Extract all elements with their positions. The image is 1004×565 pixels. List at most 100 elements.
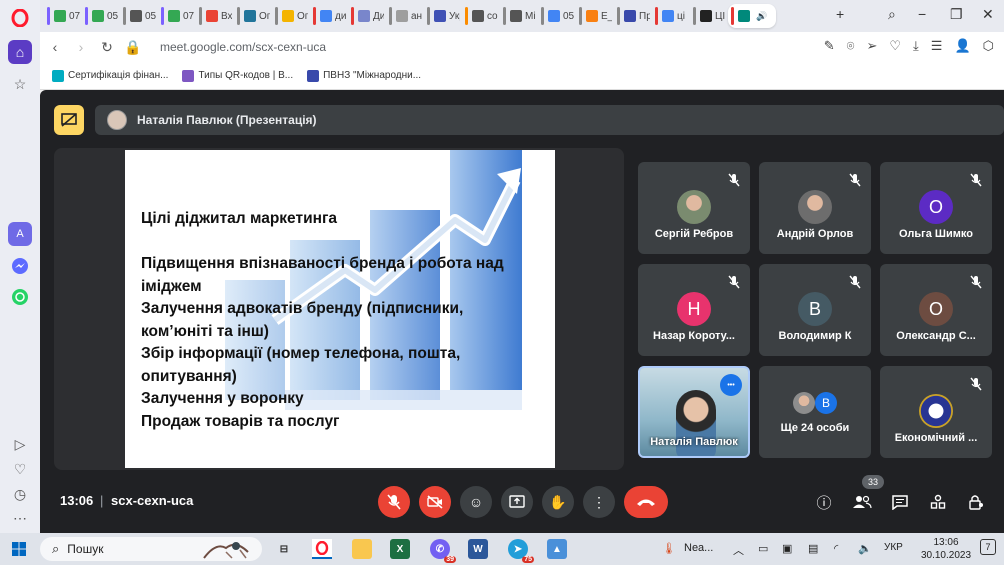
mic-off-icon: [968, 376, 984, 392]
meeting-info-button[interactable]: ⓘ: [812, 490, 836, 514]
tile-more-button[interactable]: •••: [720, 374, 742, 396]
chat-button[interactable]: [888, 490, 912, 514]
battery-icon[interactable]: ▭: [758, 542, 768, 555]
browser-tab[interactable]: Ог: [234, 4, 270, 28]
player-icon[interactable]: ▷: [8, 432, 32, 456]
participant-tile[interactable]: Економічний ...: [880, 366, 992, 458]
maximize-button[interactable]: ❐: [950, 6, 963, 23]
edit-icon[interactable]: ✎: [824, 38, 835, 54]
avatar-photo: [677, 190, 711, 224]
windows-start-icon[interactable]: [12, 542, 26, 556]
browser-tab[interactable]: 07: [158, 4, 194, 28]
language-indicator[interactable]: УКР: [884, 542, 903, 553]
more-icon[interactable]: ⋯: [8, 506, 32, 530]
browser-tab[interactable]: Укр: [424, 4, 460, 28]
new-tab-button[interactable]: +: [836, 6, 844, 22]
download-icon[interactable]: ⤓: [913, 38, 919, 54]
emoji-button[interactable]: ☺: [460, 486, 492, 518]
word-icon[interactable]: W: [468, 539, 488, 559]
extensions-icon[interactable]: ⬡: [983, 38, 994, 54]
taskbar-search[interactable]: ⌕ Пошук: [40, 537, 262, 561]
settings-icon[interactable]: ☰: [931, 38, 943, 54]
file-explorer-icon[interactable]: [352, 539, 372, 559]
reload-icon[interactable]: ↻: [94, 39, 120, 56]
photos-icon[interactable]: ▲: [547, 539, 567, 559]
chat-tray-icon[interactable]: ▤: [808, 542, 818, 555]
clock-area[interactable]: 13:06 30.10.2023: [918, 536, 974, 562]
notification-icon[interactable]: 7: [980, 539, 996, 555]
volume-icon[interactable]: 🔈: [858, 542, 872, 555]
url-field[interactable]: meet.google.com/scx-cexn-uca: [160, 40, 326, 54]
avatar: Н: [677, 292, 711, 326]
browser-tab[interactable]: ди: [310, 4, 346, 28]
raise-hand-button[interactable]: ✋: [542, 486, 574, 518]
opera-logo-icon[interactable]: [8, 6, 32, 30]
aria-icon[interactable]: A: [8, 222, 32, 246]
browser-tab[interactable]: Мі: [500, 4, 536, 28]
bookmark-item[interactable]: ПВНЗ "Міжнародни...: [307, 69, 421, 82]
telegram-icon[interactable]: ➤ 75: [508, 539, 534, 563]
browser-tab[interactable]: Пр: [614, 4, 650, 28]
viber-icon[interactable]: ✆ 39: [430, 539, 456, 563]
browser-tab[interactable]: 07: [44, 4, 80, 28]
profile-icon[interactable]: 👤: [954, 38, 970, 54]
participant-tile[interactable]: О Олександр С...: [880, 264, 992, 356]
back-icon[interactable]: ‹: [42, 39, 68, 55]
participant-tile[interactable]: О Ольга Шимко: [880, 162, 992, 254]
weather-label[interactable]: Nea...: [684, 542, 713, 554]
heart-icon[interactable]: ♡: [8, 457, 32, 481]
send-icon[interactable]: ➢: [866, 38, 877, 54]
wifi-icon[interactable]: ◜: [834, 542, 838, 555]
browser-tab[interactable]: cor: [462, 4, 498, 28]
browser-tab[interactable]: Ог: [272, 4, 308, 28]
control-bar: 13:06 | scx-cexn-uca ☺ ✋ ⋮ ⓘ 33: [40, 473, 1004, 533]
browser-tab[interactable]: ані: [386, 4, 422, 28]
mic-off-button[interactable]: [378, 486, 410, 518]
people-button[interactable]: [850, 490, 874, 514]
presentation-icon[interactable]: [54, 105, 84, 135]
participant-tile[interactable]: В Ще 24 особи: [759, 366, 871, 458]
present-button[interactable]: [501, 486, 533, 518]
browser-tab[interactable]: 05: [120, 4, 156, 28]
browser-tab[interactable]: 🔊: [728, 4, 776, 28]
search-tabs-icon[interactable]: ⌕: [888, 6, 896, 23]
task-view-icon[interactable]: ⊟: [274, 539, 294, 559]
browser-tab[interactable]: Е_с: [576, 4, 612, 28]
meet-tray-icon[interactable]: ▣: [782, 542, 792, 555]
minimize-button[interactable]: −: [918, 6, 926, 22]
forward-icon[interactable]: ›: [68, 39, 94, 55]
browser-tab[interactable]: Ди: [348, 4, 384, 28]
audio-icon[interactable]: 🔊: [756, 11, 767, 22]
browser-tab[interactable]: 05: [82, 4, 118, 28]
camera-icon[interactable]: ⌾: [847, 38, 855, 54]
opera-taskbar-icon[interactable]: [312, 539, 332, 559]
participant-tile[interactable]: Сергій Ребров: [638, 162, 750, 254]
close-window-button[interactable]: ✕: [982, 6, 994, 23]
history-icon[interactable]: ◷: [8, 482, 32, 506]
excel-icon[interactable]: X: [390, 539, 410, 559]
participant-tile[interactable]: В Володимир К: [759, 264, 871, 356]
home-icon[interactable]: ⌂: [8, 40, 32, 64]
bookmark-item[interactable]: Типы QR-кодов | В...: [182, 69, 293, 82]
messenger-icon[interactable]: [8, 254, 32, 278]
browser-tab[interactable]: 05: [538, 4, 574, 28]
whatsapp-icon[interactable]: [8, 285, 32, 309]
site-info-icon[interactable]: 🔒: [120, 39, 146, 56]
weather-icon[interactable]: 🌡: [662, 542, 676, 555]
browser-tab[interactable]: Вхі: [196, 4, 232, 28]
host-controls-button[interactable]: [964, 490, 988, 514]
bookmark-heart-icon[interactable]: ♡: [889, 38, 901, 54]
browser-tab[interactable]: ЦІ: [690, 4, 726, 28]
leave-call-button[interactable]: [624, 486, 668, 518]
bookmark-item[interactable]: Сертифікація фінан...: [52, 69, 168, 82]
participant-tile[interactable]: ••• Наталія Павлюк: [638, 366, 750, 458]
participant-tile[interactable]: Н Назар Короту...: [638, 264, 750, 356]
star-icon[interactable]: ☆: [8, 72, 32, 96]
more-options-button[interactable]: ⋮: [583, 486, 615, 518]
browser-tab[interactable]: ці: [652, 4, 688, 28]
presenter-label: Наталія Павлюк (Презентація): [137, 113, 317, 127]
camera-off-button[interactable]: [419, 486, 451, 518]
chevron-up-icon[interactable]: ︿: [733, 542, 744, 558]
activities-button[interactable]: [926, 490, 950, 514]
participant-tile[interactable]: Андрій Орлов: [759, 162, 871, 254]
